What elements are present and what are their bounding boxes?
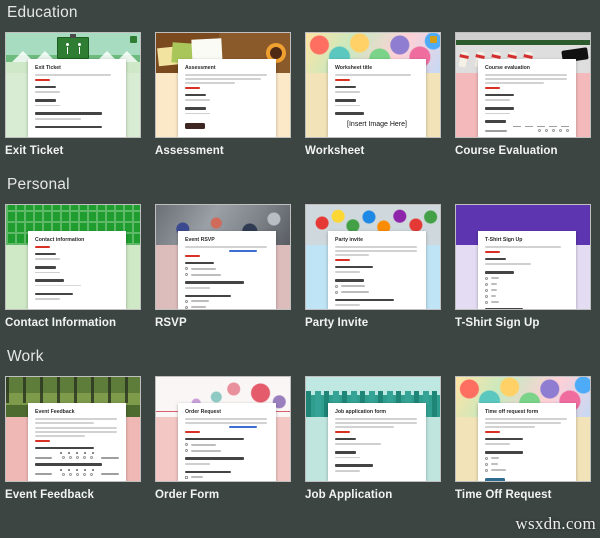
section-title-education: Education bbox=[7, 4, 78, 21]
section-work: Work Event Feedback Event Feedback Order… bbox=[0, 329, 600, 501]
form-preview-sheet: T-Shirt Sign Up bbox=[478, 231, 576, 309]
form-link[interactable] bbox=[228, 426, 258, 428]
required-note bbox=[485, 251, 501, 253]
section-personal: Personal Contact information Contact Inf… bbox=[0, 157, 600, 329]
chalkboard-icon bbox=[57, 37, 89, 59]
form-title: Time off request form bbox=[485, 409, 539, 415]
template-card-course-evaluation[interactable]: Course evaluation Course Evaluation bbox=[455, 32, 591, 157]
template-label: Exit Ticket bbox=[5, 145, 64, 157]
section-education: Education Exit Ticket Exit Ticket Assess… bbox=[0, 0, 600, 157]
template-card-order-form[interactable]: Order Request Order Form bbox=[155, 376, 291, 501]
form-title: Event RSVP bbox=[185, 237, 215, 243]
template-label: T-Shirt Sign Up bbox=[455, 317, 540, 329]
template-label: RSVP bbox=[155, 317, 187, 329]
required-note bbox=[335, 259, 351, 261]
template-thumbnail-exit-ticket[interactable]: Exit Ticket bbox=[5, 32, 141, 138]
template-thumbnail-job-application[interactable]: Job application form bbox=[305, 376, 441, 482]
form-preview-sheet: Event RSVP bbox=[178, 231, 276, 309]
template-thumbnail-worksheet[interactable]: Worksheet title [Insert Image Here] bbox=[305, 32, 441, 138]
template-label: Order Form bbox=[155, 489, 220, 501]
form-preview-sheet: Assessment bbox=[178, 59, 276, 137]
required-note bbox=[485, 87, 501, 89]
template-card-job-application[interactable]: Job application form Job Application bbox=[305, 376, 441, 501]
watermark: wsxdn.com bbox=[515, 514, 596, 533]
template-label: Time Off Request bbox=[455, 489, 552, 501]
template-row-work: Event Feedback Event Feedback Order Requ… bbox=[0, 376, 600, 501]
template-card-party-invite[interactable]: Party invite Party Invite bbox=[305, 204, 441, 329]
form-preview-sheet: Event Feedback bbox=[28, 403, 126, 481]
template-card-tshirt-sign-up[interactable]: T-Shirt Sign Up T-Shirt Sign Up bbox=[455, 204, 591, 329]
template-thumbnail-tshirt-sign-up[interactable]: T-Shirt Sign Up bbox=[455, 204, 591, 310]
section-title-personal: Personal bbox=[7, 176, 70, 193]
template-card-time-off-request[interactable]: Time off request form Time Off Request bbox=[455, 376, 591, 501]
template-label: Event Feedback bbox=[5, 489, 94, 501]
theme-badge-icon bbox=[430, 36, 437, 43]
required-note bbox=[35, 246, 51, 248]
form-title: Party invite bbox=[335, 237, 363, 243]
form-preview-sheet: Exit Ticket bbox=[28, 59, 126, 137]
form-title: Job application form bbox=[335, 409, 387, 415]
form-title: Worksheet title bbox=[335, 65, 373, 71]
form-preview-sheet: Party invite bbox=[328, 231, 426, 309]
insert-image-placeholder: [Insert Image Here] bbox=[347, 120, 407, 128]
form-title: Order Request bbox=[185, 409, 222, 415]
form-preview-sheet: Contact information bbox=[28, 231, 126, 309]
template-thumbnail-party-invite[interactable]: Party invite bbox=[305, 204, 441, 310]
required-note bbox=[335, 431, 351, 433]
sign-in-button[interactable] bbox=[485, 477, 505, 481]
form-title: Event Feedback bbox=[35, 409, 75, 415]
template-card-exit-ticket[interactable]: Exit Ticket Exit Ticket bbox=[5, 32, 141, 157]
template-label: Course Evaluation bbox=[455, 145, 558, 157]
template-thumbnail-event-feedback[interactable]: Event Feedback bbox=[5, 376, 141, 482]
template-card-contact-information[interactable]: Contact information Contact Information bbox=[5, 204, 141, 329]
required-note bbox=[185, 87, 201, 89]
section-title-work: Work bbox=[7, 348, 44, 365]
required-note bbox=[185, 255, 201, 257]
template-thumbnail-assessment[interactable]: Assessment bbox=[155, 32, 291, 138]
form-preview-sheet: Order Request bbox=[178, 403, 276, 481]
required-note bbox=[335, 79, 351, 81]
template-label: Worksheet bbox=[305, 145, 365, 157]
form-link[interactable] bbox=[228, 250, 258, 252]
form-preview-sheet: Course evaluation bbox=[478, 59, 576, 137]
template-label: Party Invite bbox=[305, 317, 369, 329]
template-row-education: Exit Ticket Exit Ticket Assessment Asses… bbox=[0, 32, 600, 157]
start-questions-button[interactable] bbox=[185, 123, 205, 130]
required-note bbox=[485, 431, 501, 433]
required-note bbox=[35, 440, 51, 442]
form-preview-sheet: Job application form bbox=[328, 403, 426, 481]
template-thumbnail-rsvp[interactable]: Event RSVP bbox=[155, 204, 291, 310]
template-row-personal: Contact information Contact Information bbox=[0, 204, 600, 329]
template-thumbnail-order-form[interactable]: Order Request bbox=[155, 376, 291, 482]
form-title: Course evaluation bbox=[485, 65, 530, 71]
required-note bbox=[185, 431, 201, 433]
template-thumbnail-course-evaluation[interactable]: Course evaluation bbox=[455, 32, 591, 138]
template-gallery: Education Exit Ticket Exit Ticket Assess… bbox=[0, 0, 600, 538]
form-title: Assessment bbox=[185, 65, 216, 71]
form-title: Exit Ticket bbox=[35, 65, 61, 71]
template-label: Contact Information bbox=[5, 317, 117, 329]
theme-badge-icon bbox=[130, 36, 137, 43]
template-card-event-feedback[interactable]: Event Feedback Event Feedback bbox=[5, 376, 141, 501]
form-preview-sheet: Time off request form bbox=[478, 403, 576, 481]
template-card-worksheet[interactable]: Worksheet title [Insert Image Here] Work… bbox=[305, 32, 441, 157]
form-title: T-Shirt Sign Up bbox=[485, 237, 523, 243]
template-card-assessment[interactable]: Assessment Assessment bbox=[155, 32, 291, 157]
form-title: Contact information bbox=[35, 237, 85, 243]
template-thumbnail-time-off-request[interactable]: Time off request form bbox=[455, 376, 591, 482]
template-card-rsvp[interactable]: Event RSVP RSVP bbox=[155, 204, 291, 329]
required-note bbox=[35, 79, 51, 81]
template-label: Job Application bbox=[305, 489, 393, 501]
template-label: Assessment bbox=[155, 145, 224, 157]
form-preview-sheet: Worksheet title [Insert Image Here] bbox=[328, 59, 426, 137]
template-thumbnail-contact-information[interactable]: Contact information bbox=[5, 204, 141, 310]
